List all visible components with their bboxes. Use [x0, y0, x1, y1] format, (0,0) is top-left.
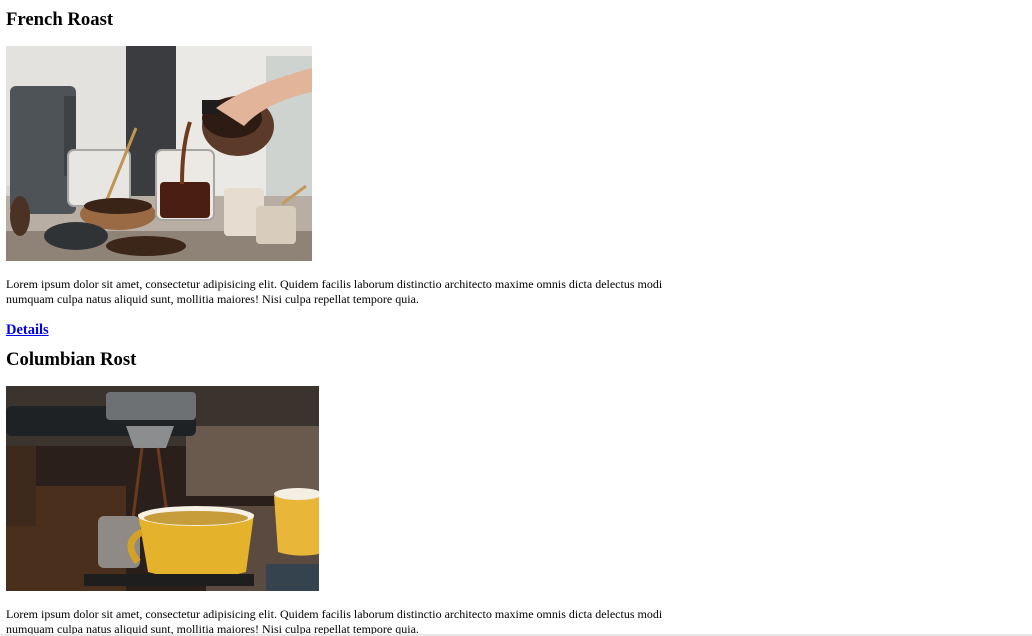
product-title: French Roast [6, 9, 114, 30]
espresso-machine-image [6, 386, 319, 591]
product-description: Lorem ipsum dolor sit amet, consectetur … [6, 277, 663, 306]
product-list: French Roast Lorem ipsum dolor sit amet,… [0, 0, 1032, 636]
product-card-columbian-rost: Columbian Rost Lorem ipsum dolor sit ame… [6, 349, 1026, 636]
coffee-pour-over-image [6, 46, 312, 261]
product-title: Columbian Rost [6, 349, 137, 370]
product-image [6, 386, 319, 591]
product-image [6, 46, 312, 261]
product-description: Lorem ipsum dolor sit amet, consectetur … [6, 607, 663, 636]
product-card-french-roast: French Roast Lorem ipsum dolor sit amet,… [6, 0, 1026, 339]
details-link[interactable]: Details [6, 321, 49, 339]
